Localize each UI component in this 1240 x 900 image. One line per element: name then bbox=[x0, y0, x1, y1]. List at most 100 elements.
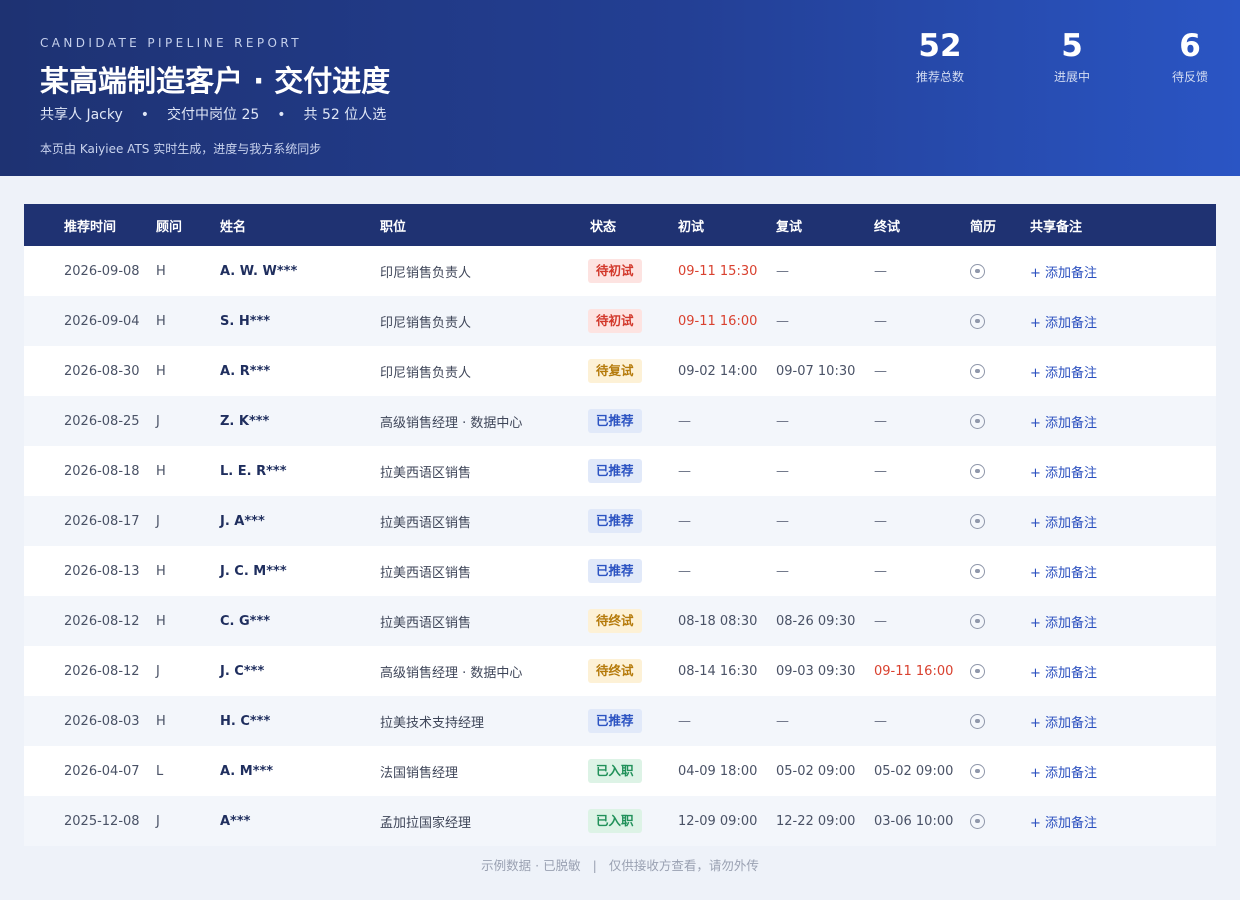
second-interview-time: — bbox=[776, 313, 789, 329]
table-row: 2025-12-08 J A*** 孟加拉国家经理 已入职 12-09 09:00 12-2… bbox=[24, 796, 1216, 846]
status-cell: 已推荐 bbox=[588, 396, 642, 446]
add-note-link[interactable]: + 添加备注 bbox=[1030, 496, 1097, 546]
footer-right-text: 仅供接收方查看，请勿外传 bbox=[608, 858, 759, 873]
candidate-name: S. H*** bbox=[220, 313, 271, 329]
recommend-date: 2026-08-25 bbox=[64, 413, 140, 429]
view-resume-icon[interactable] bbox=[970, 713, 985, 729]
stat-value: 5 bbox=[1061, 28, 1083, 64]
add-note-link[interactable]: + 添加备注 bbox=[1030, 796, 1097, 846]
stat-label: 待反馈 bbox=[1171, 70, 1208, 84]
status-badge: 待初试 bbox=[588, 309, 642, 333]
view-resume-icon[interactable] bbox=[970, 813, 985, 829]
first-interview-time: — bbox=[678, 463, 691, 479]
report-eyebrow: CANDIDATE PIPELINE REPORT bbox=[40, 36, 302, 50]
view-resume-icon[interactable] bbox=[970, 513, 985, 529]
candidate-name: J. C*** bbox=[220, 663, 265, 679]
resume-cell bbox=[970, 796, 985, 846]
report-meta: 共享人 Jacky • 交付中岗位 25 • 共 52 位人选 bbox=[40, 104, 386, 124]
stat-label: 进展中 bbox=[1053, 70, 1090, 84]
add-note-link[interactable]: + 添加备注 bbox=[1030, 346, 1097, 396]
column-header-position: 职位 bbox=[380, 219, 407, 235]
meta-open-positions: 交付中岗位 25 bbox=[167, 107, 260, 123]
final-interview-time: — bbox=[874, 713, 887, 729]
stat-awaiting-feedback: 6 待反馈 bbox=[1140, 28, 1240, 85]
recruiter-initial: J bbox=[156, 663, 160, 679]
second-interview-time: 05-02 09:00 bbox=[776, 763, 856, 779]
page-footer: 示例数据 · 已脱敏 | 仅供接收方查看，请勿外传 bbox=[0, 855, 1240, 874]
candidate-name: A. R*** bbox=[220, 363, 271, 379]
view-resume-icon[interactable] bbox=[970, 463, 985, 479]
report-note: 本页由 Kaiyiee ATS 实时生成，进度与我方系统同步 bbox=[40, 142, 322, 156]
stat-total-recommended: 52 推荐总数 bbox=[890, 28, 990, 85]
second-interview-time: 12-22 09:00 bbox=[776, 813, 856, 829]
status-cell: 已推荐 bbox=[588, 696, 642, 746]
second-interview-time: — bbox=[776, 713, 789, 729]
final-interview-time: — bbox=[874, 613, 887, 629]
resume-cell bbox=[970, 346, 985, 396]
candidate-name: J. A*** bbox=[220, 513, 265, 529]
second-interview-time: — bbox=[776, 563, 789, 579]
candidate-name: A. W. W*** bbox=[220, 263, 298, 279]
view-resume-icon[interactable] bbox=[970, 663, 985, 679]
recruiter-initial: H bbox=[156, 613, 166, 629]
table-row: 2026-08-13 H J. C. M*** 拉美西语区销售 已推荐 — — — + 添加备注 bbox=[24, 546, 1216, 596]
add-note-link[interactable]: + 添加备注 bbox=[1030, 246, 1097, 296]
table-body: 2026-09-08 H A. W. W*** 印尼销售负责人 待初试 09-11 15:… bbox=[24, 246, 1216, 846]
second-interview-time: 09-07 10:30 bbox=[776, 363, 856, 379]
add-note-link[interactable]: + 添加备注 bbox=[1030, 596, 1097, 646]
final-interview-time: — bbox=[874, 413, 887, 429]
status-badge: 已推荐 bbox=[588, 559, 642, 583]
first-interview-time: 09-11 16:00 bbox=[678, 313, 758, 329]
view-resume-icon[interactable] bbox=[970, 763, 985, 779]
first-interview-time: 08-18 08:30 bbox=[678, 613, 758, 629]
candidate-name: A. M*** bbox=[220, 763, 274, 779]
view-resume-icon[interactable] bbox=[970, 563, 985, 579]
recommend-date: 2026-08-17 bbox=[64, 513, 140, 529]
column-header-date: 推荐时间 bbox=[64, 219, 117, 235]
resume-cell bbox=[970, 246, 985, 296]
add-note-link[interactable]: + 添加备注 bbox=[1030, 696, 1097, 746]
recommend-date: 2026-09-08 bbox=[64, 263, 140, 279]
recommend-date: 2025-12-08 bbox=[64, 813, 140, 829]
view-resume-icon[interactable] bbox=[970, 363, 985, 379]
position-title: 拉美西语区销售 bbox=[380, 565, 472, 581]
status-cell: 已入职 bbox=[588, 746, 642, 796]
status-cell: 待终试 bbox=[588, 596, 642, 646]
status-cell: 已推荐 bbox=[588, 546, 642, 596]
table-row: 2026-08-03 H H. C*** 拉美技术支持经理 已推荐 — — — + 添加备注 bbox=[24, 696, 1216, 746]
add-note-link[interactable]: + 添加备注 bbox=[1030, 296, 1097, 346]
view-resume-icon[interactable] bbox=[970, 613, 985, 629]
column-header-status: 状态 bbox=[590, 219, 617, 235]
recruiter-initial: J bbox=[156, 513, 160, 529]
status-badge: 已入职 bbox=[588, 809, 642, 833]
table-row: 2026-08-12 J J. C*** 高级销售经理 · 数据中心 待终试 08-14 … bbox=[24, 646, 1216, 696]
add-note-link[interactable]: + 添加备注 bbox=[1030, 646, 1097, 696]
final-interview-time: 03-06 10:00 bbox=[874, 813, 954, 829]
meta-separator: • bbox=[277, 107, 286, 123]
add-note-link[interactable]: + 添加备注 bbox=[1030, 746, 1097, 796]
add-note-link[interactable]: + 添加备注 bbox=[1030, 396, 1097, 446]
status-badge: 已推荐 bbox=[588, 459, 642, 483]
candidate-name: L. E. R*** bbox=[220, 463, 287, 479]
view-resume-icon[interactable] bbox=[970, 313, 985, 329]
second-interview-time: — bbox=[776, 263, 789, 279]
position-title: 印尼销售负责人 bbox=[380, 365, 472, 381]
table-row: 2026-08-17 J J. A*** 拉美西语区销售 已推荐 — — — + 添加备注 bbox=[24, 496, 1216, 546]
view-resume-icon[interactable] bbox=[970, 263, 985, 279]
status-cell: 待复试 bbox=[588, 346, 642, 396]
position-title: 拉美西语区销售 bbox=[380, 515, 472, 531]
final-interview-time: — bbox=[874, 263, 887, 279]
candidate-name: H. C*** bbox=[220, 713, 271, 729]
add-note-link[interactable]: + 添加备注 bbox=[1030, 446, 1097, 496]
table-header: 推荐时间 顾问 姓名 职位 状态 初试 复试 终试 简历 共享备注 bbox=[24, 204, 1216, 246]
recommend-date: 2026-08-13 bbox=[64, 563, 140, 579]
candidate-name: Z. K*** bbox=[220, 413, 270, 429]
resume-cell bbox=[970, 696, 985, 746]
add-note-link[interactable]: + 添加备注 bbox=[1030, 546, 1097, 596]
recruiter-initial: H bbox=[156, 563, 166, 579]
table-row: 2026-09-08 H A. W. W*** 印尼销售负责人 待初试 09-11 15:… bbox=[24, 246, 1216, 296]
status-cell: 已推荐 bbox=[588, 496, 642, 546]
view-resume-icon[interactable] bbox=[970, 413, 985, 429]
recommend-date: 2026-09-04 bbox=[64, 313, 140, 329]
recommend-date: 2026-08-30 bbox=[64, 363, 140, 379]
